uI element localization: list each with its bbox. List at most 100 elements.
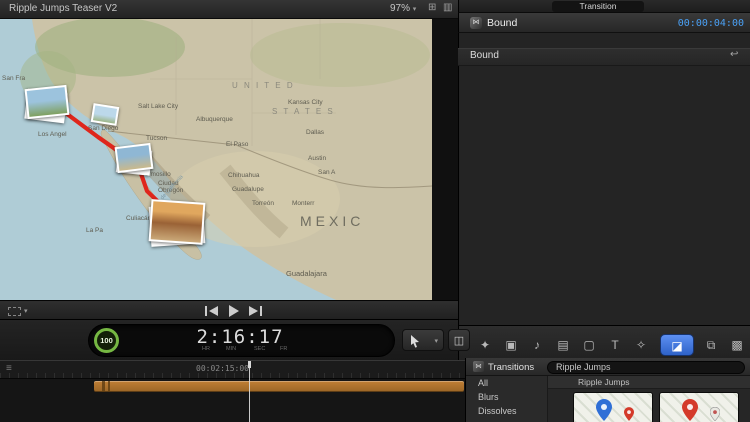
inspector-timecode[interactable]: 00:00:04:00 [640,18,744,29]
map-label: El Paso [226,141,249,148]
section-bar-bound [458,48,750,66]
titles-browser-button[interactable]: T [604,334,626,356]
sidebar-item-all[interactable]: All [466,376,547,390]
music-browser-button[interactable]: ♪ [526,334,548,356]
viewer-options-icon[interactable] [8,307,21,316]
photo-thumbnail [90,103,120,126]
map-label: Salt Lake City [138,103,179,110]
param-row-cam-pos-y: Y: -0.58 px [458,148,750,166]
transitions-browser: ⋈ Transitions All Blurs Dissolves Ripple… [465,358,750,422]
chevron-down-icon: ▾ [412,6,417,13]
zoom-control[interactable]: 97% ▾ [390,3,416,14]
sidebar-item-blurs[interactable]: Blurs [466,390,547,404]
viewer-toolbar: Ripple Jumps Teaser V2 97% ▾ ⊞ ▥ [0,0,458,19]
map-label: Albuquerque [196,116,233,123]
param-row-frame: Frame Simple Border ▾ [458,243,750,261]
reset-parameters-icon[interactable]: ↩ [730,49,738,60]
themes-browser-button[interactable]: ✧ [630,334,652,356]
audio-meter[interactable]: 100 [94,328,119,353]
map-label: Chihuahua [228,172,260,179]
clip-notch [102,381,105,392]
inspector-clip-name: Bound [487,17,518,29]
meter-value: 100 [100,336,113,345]
map-label: MEXIC [300,213,365,229]
viewer-bottom-bar: ▾ [0,300,458,320]
timeline: ≡ 00:02:15:00 [0,360,465,422]
map-label: Los Angel [38,131,67,138]
map-label: Guadalupe [232,186,264,193]
browser-title: Transitions [488,362,535,373]
viewer-gutter [432,19,458,300]
viewer-canvas: San Fra Salt Lake City Los Angel San Diego T… [0,19,432,300]
transitions-browser-button[interactable]: ◪ [660,334,694,356]
previous-frame-button[interactable] [204,306,219,316]
sidebar-item-dissolves[interactable]: Dissolves [466,404,547,418]
map-city-labels: San Fra Salt Lake City Los Angel San Diego T… [0,19,432,300]
ruler-ticks [0,373,465,378]
transition-thumbnail-2[interactable] [659,392,739,422]
viewer-grid-icon[interactable]: ⊞ [428,2,436,13]
map-label: San Diego [88,125,119,132]
photos-browser-button[interactable]: ▣ [500,334,522,356]
playhead-knob[interactable] [248,361,251,368]
next-frame-button[interactable] [248,306,263,316]
tab-transition[interactable]: Transition [552,1,644,12]
map-pin-red-icon [682,399,698,421]
unit-sec: SEC [254,346,266,352]
trim-tool-button[interactable]: ◫ [448,329,470,351]
arrow-tool-button[interactable]: ▾ [402,329,444,351]
map-pin-red-icon [624,407,634,421]
map-label: Austin [308,155,327,162]
clip-notch [108,381,110,392]
search-input[interactable] [547,360,745,374]
param-row-cam-pos: ▾ Cam Pos [458,110,750,128]
play-button[interactable] [228,305,239,317]
transition-icon: ⋈ [470,17,482,29]
map-label: U N I T E D [232,81,295,90]
section-title: Bound [470,50,499,61]
playhead[interactable] [249,361,250,422]
chevron-down-icon: ▾ [434,338,438,345]
app-window: Ripple Jumps Teaser V2 97% ▾ ⊞ ▥ San Fra… [0,0,750,422]
param-row-cam-pos-x: X: 10.7 px ◆ [458,129,750,147]
param-row-trans-b-pos: ▸ Trans B Pos X: 0.05 px Y: -0.21 px [458,224,750,242]
param-row-partial: ▸ [458,300,750,318]
unit-min: MIN [226,346,237,352]
timeline-ruler[interactable]: ≡ 00:02:15:00 [0,361,465,379]
browser-header: ⋈ Transitions [466,358,750,376]
map-label: S T A T E S [272,107,335,116]
import-browser-button[interactable]: ▤ [552,334,574,356]
map-label: San A [318,169,336,176]
zoom-level: 97% [390,3,411,14]
param-row-frame-a-color: ▸ Frame A Color ▾ [458,262,750,280]
param-row-quicktips: Show QuickTips [458,72,750,90]
map-pin-white-icon [710,407,720,421]
param-row-trans-a-pos: ▸ Trans A Pos X: -0.39 px Y: 0.21 px [458,205,750,223]
param-row-cam-pos-z: Z: -11.06 px [458,167,750,185]
map-label: Guadalajara [286,269,327,278]
media-browser-button[interactable]: ⧉ [700,334,722,356]
unit-hr: HR [202,346,210,352]
generators-browser-button[interactable]: ▢ [578,334,600,356]
main-timecode[interactable]: 2:16:17 [150,326,330,348]
map-label: Tucson [146,135,168,142]
ruler-timecode: 00:02:15:00 [196,364,249,373]
effects-browser-button[interactable]: ✦ [474,334,496,356]
chevron-down-icon: ▾ [24,308,28,315]
map-pin-blue-icon [596,399,612,421]
transition-thumbnail-1[interactable] [573,392,653,422]
viewer-panel-icon[interactable]: ▥ [443,2,452,13]
photo-thumbnail [148,199,206,245]
param-row-view: View Camera ▾ [458,91,750,109]
project-title: Ripple Jumps Teaser V2 [9,3,118,14]
map-label: Torreón [252,200,275,207]
map-label: La Pa [86,227,103,234]
map-label: Kansas City [288,99,323,106]
photo-thumbnail [24,84,70,120]
map-label: Dallas [306,129,325,136]
timeline-clip[interactable] [94,381,464,392]
browser-sidebar: All Blurs Dissolves [466,376,548,422]
photo-thumbnail [114,142,154,174]
transport-controls [204,305,263,317]
inspector-toggle-button[interactable]: ▩ [726,334,748,356]
